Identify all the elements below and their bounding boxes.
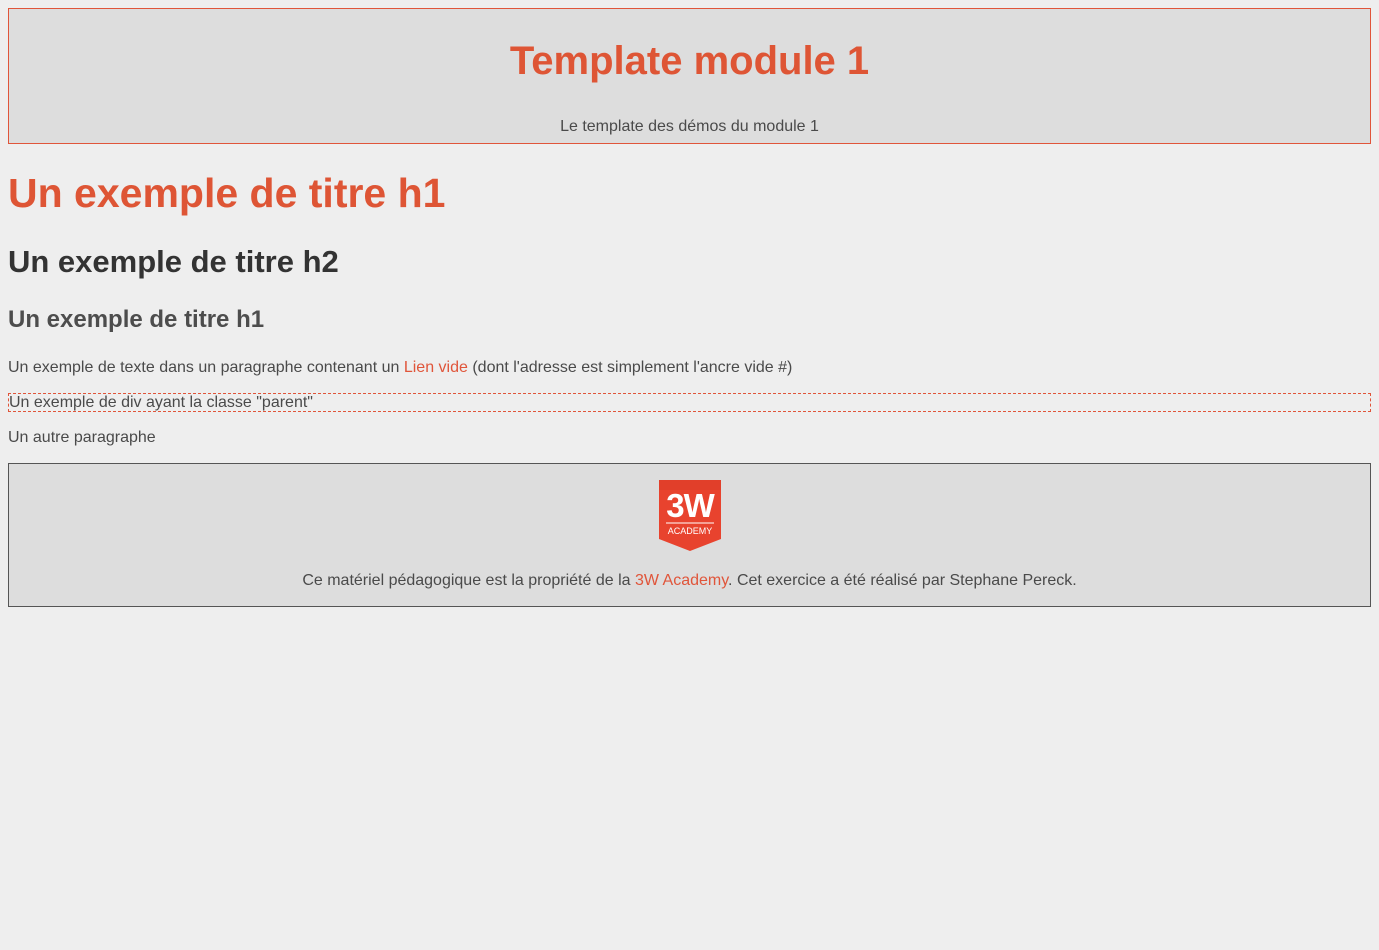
page-header: Template module 1 Le template des démos … [8, 8, 1371, 144]
footer-text-after: . Cet exercice a été réalisé par Stephan… [728, 572, 1077, 589]
page: Template module 1 Le template des démos … [0, 0, 1379, 950]
other-paragraph: Un autre paragraphe [8, 429, 156, 446]
heading-h1: Un exemple de titre h1 [8, 170, 446, 216]
paragraph-text-after: (dont l'adresse est simplement l'ancre v… [467, 359, 793, 376]
footer-text: Ce matériel pédagogique est la propriété… [9, 572, 1370, 590]
paragraph-text-before: Un exemple de texte dans un paragraphe c… [8, 359, 404, 376]
3w-academy-logo-icon: 3W ACADEMY [659, 480, 721, 551]
logo-text-3w: 3W [666, 487, 715, 524]
parent-div: Un exemple de div ayant la classe "paren… [8, 393, 1371, 412]
heading-h3: Un exemple de titre h1 [8, 306, 265, 333]
logo-text-academy: ACADEMY [668, 526, 713, 536]
page-footer: 3W ACADEMY Ce matériel pédagogique est l… [8, 463, 1371, 607]
page-subtitle: Le template des démos du module 1 [560, 118, 819, 135]
heading-h2: Un exemple de titre h2 [8, 244, 339, 279]
page-title: Template module 1 [509, 39, 870, 83]
3w-academy-link[interactable]: 3W Academy [635, 572, 728, 589]
paragraph-with-link: Un exemple de texte dans un paragraphe c… [8, 359, 792, 377]
footer-text-before: Ce matériel pédagogique est la propriété… [302, 572, 635, 589]
empty-link[interactable]: Lien vide [404, 359, 468, 376]
